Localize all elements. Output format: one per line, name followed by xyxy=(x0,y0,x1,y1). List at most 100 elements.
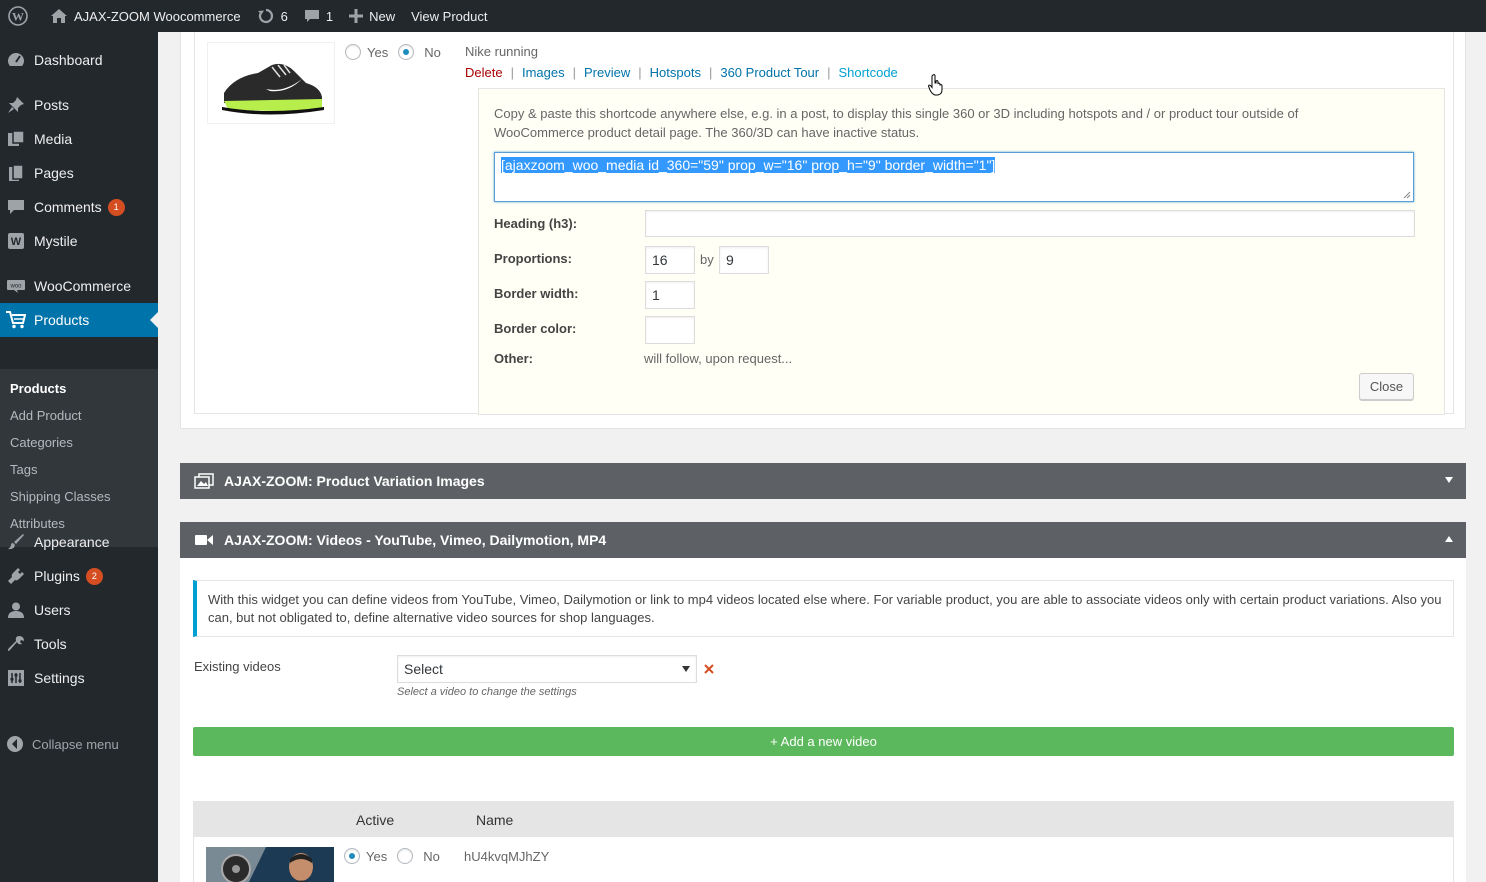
proportion-height-input[interactable]: 9 xyxy=(719,246,769,274)
active-radio-group: Yes No xyxy=(345,44,441,60)
updates-link[interactable]: 6 xyxy=(249,0,296,32)
sidebar-item-appearance[interactable]: Appearance xyxy=(0,525,158,559)
sidebar-item-mystile[interactable]: W Mystile xyxy=(0,224,158,258)
column-active: Active xyxy=(356,812,395,828)
sidebar-item-posts[interactable]: Posts xyxy=(0,88,158,122)
video-active-no-radio[interactable] xyxy=(397,848,414,864)
proportion-width-input[interactable]: 16 xyxy=(645,246,695,274)
sidebar-item-settings[interactable]: Settings xyxy=(0,661,158,695)
submenu-item-shipping-classes[interactable]: Shipping Classes xyxy=(10,489,110,504)
images-link[interactable]: Images xyxy=(522,65,565,80)
video-name: hU4kvqMJhZY xyxy=(464,849,550,864)
sidebar-item-woocommerce[interactable]: woo WooCommerce xyxy=(0,269,158,303)
comments-link[interactable]: 1 xyxy=(296,0,341,32)
sidebar-item-comments[interactable]: Comments 1 xyxy=(0,190,158,224)
shortcode-value: [ajaxzoom_woo_media id_360="59" prop_w="… xyxy=(501,157,996,173)
product-360-row: Yes No Nike running Delete | Images | Pr… xyxy=(194,32,1454,415)
preview-link[interactable]: Preview xyxy=(584,65,630,80)
videos-title: AJAX-ZOOM: Videos - YouTube, Vimeo, Dail… xyxy=(224,532,607,548)
clear-selection-icon[interactable] xyxy=(704,664,714,674)
shoe-image-icon xyxy=(208,43,334,123)
svg-text:W: W xyxy=(11,236,22,248)
sidebar-item-label: Plugins xyxy=(34,568,80,584)
select-hint: Select a video to change the settings xyxy=(397,686,577,698)
sidebar-item-tools[interactable]: Tools xyxy=(0,627,158,661)
active-no-radio[interactable] xyxy=(398,44,415,60)
sidebar-item-media[interactable]: Media xyxy=(0,122,158,156)
shortcode-textarea[interactable]: [ajaxzoom_woo_media id_360="59" prop_w="… xyxy=(494,152,1414,202)
video-active-yes-radio[interactable] xyxy=(344,848,360,864)
active-yes-radio[interactable] xyxy=(345,44,361,60)
sidebar-item-users[interactable]: Users xyxy=(0,593,158,627)
existing-videos-select[interactable]: Select xyxy=(397,655,697,683)
submenu-item-tags[interactable]: Tags xyxy=(10,462,37,477)
heading-label: Heading (h3): xyxy=(494,216,578,231)
view-product-link[interactable]: View Product xyxy=(403,0,495,32)
add-video-button[interactable]: + Add a new video xyxy=(193,727,1454,756)
submenu-item-products[interactable]: Products xyxy=(10,381,66,396)
sidebar-item-pages[interactable]: Pages xyxy=(0,156,158,190)
user-icon xyxy=(6,600,26,620)
site-name: AJAX-ZOOM Woocommerce xyxy=(74,8,241,24)
settings-icon xyxy=(6,668,26,688)
collapse-menu-button[interactable]: Collapse menu xyxy=(6,735,119,753)
main-content: Yes No Nike running Delete | Images | Pr… xyxy=(158,32,1486,882)
border-color-input[interactable] xyxy=(645,316,695,344)
other-label: Other: xyxy=(494,351,533,366)
separator: | xyxy=(708,65,713,80)
submenu-item-categories[interactable]: Categories xyxy=(10,435,73,450)
sidebar-item-plugins[interactable]: Plugins 2 xyxy=(0,559,158,593)
variation-images-header[interactable]: AJAX-ZOOM: Product Variation Images xyxy=(180,463,1466,499)
separator: | xyxy=(827,65,831,80)
sidebar-item-label: Products xyxy=(34,312,90,328)
plus-icon xyxy=(349,9,364,23)
videos-table-header: Active Name xyxy=(193,801,1454,837)
hotspots-link[interactable]: Hotspots xyxy=(650,65,701,80)
svg-text:woo: woo xyxy=(9,284,22,290)
video-active-yes-label: Yes xyxy=(366,848,388,864)
videos-header[interactable]: AJAX-ZOOM: Videos - YouTube, Vimeo, Dail… xyxy=(180,522,1466,558)
theme-icon: W xyxy=(6,231,26,251)
table-row: Yes No hU4kvqMJhZY xyxy=(193,837,1454,882)
site-name-link[interactable]: AJAX-ZOOM Woocommerce xyxy=(42,0,249,32)
new-label: New xyxy=(369,8,396,24)
product-tour-link[interactable]: 360 Product Tour xyxy=(720,65,819,80)
products-submenu: Products Add Product Categories Tags Shi… xyxy=(0,369,158,547)
admin-bar: W AJAX-ZOOM Woocommerce 6 1 New View Pro… xyxy=(0,0,1486,32)
border-width-label: Border width: xyxy=(494,286,579,301)
sidebar-item-dashboard[interactable]: Dashboard xyxy=(0,43,158,77)
sidebar-item-label: Appearance xyxy=(34,534,110,550)
sidebar-item-label: Users xyxy=(34,602,71,618)
active-no-label: No xyxy=(424,44,441,60)
video-camera-icon xyxy=(194,533,214,547)
delete-link[interactable]: Delete xyxy=(465,65,503,80)
dashboard-icon xyxy=(6,50,26,70)
shortcode-panel: Copy & paste this shortcode anywhere els… xyxy=(478,88,1445,415)
video-active-radio-group: Yes No xyxy=(344,848,440,864)
sidebar-item-label: Tools xyxy=(34,636,67,652)
close-button[interactable]: Close xyxy=(1359,373,1414,400)
shortcode-help-text: Copy & paste this shortcode anywhere els… xyxy=(494,106,1299,140)
new-content-link[interactable]: New xyxy=(341,0,403,32)
wrench-icon xyxy=(6,634,26,654)
sidebar-item-label: Settings xyxy=(34,670,85,686)
dropdown-arrow-icon xyxy=(682,666,690,672)
sidebar-item-products[interactable]: Products xyxy=(0,303,158,337)
comment-icon xyxy=(6,197,26,217)
border-color-label: Border color: xyxy=(494,321,577,336)
video-thumbnail[interactable] xyxy=(206,847,334,882)
wordpress-logo[interactable]: W xyxy=(0,0,42,32)
collapse-menu-label: Collapse menu xyxy=(32,736,119,752)
border-width-input[interactable]: 1 xyxy=(645,281,695,309)
pages-icon xyxy=(6,163,26,183)
sidebar-item-label: Dashboard xyxy=(34,52,103,68)
heading-input[interactable] xyxy=(645,210,1415,237)
comments-badge: 1 xyxy=(107,198,125,216)
svg-text:W: W xyxy=(12,10,24,24)
variation-images-title: AJAX-ZOOM: Product Variation Images xyxy=(224,473,485,489)
submenu-item-add-product[interactable]: Add Product xyxy=(10,408,82,423)
product-360-thumbnail[interactable] xyxy=(207,42,335,124)
column-name: Name xyxy=(476,812,514,828)
view-product-label: View Product xyxy=(411,8,488,24)
shortcode-link[interactable]: Shortcode xyxy=(839,65,898,80)
